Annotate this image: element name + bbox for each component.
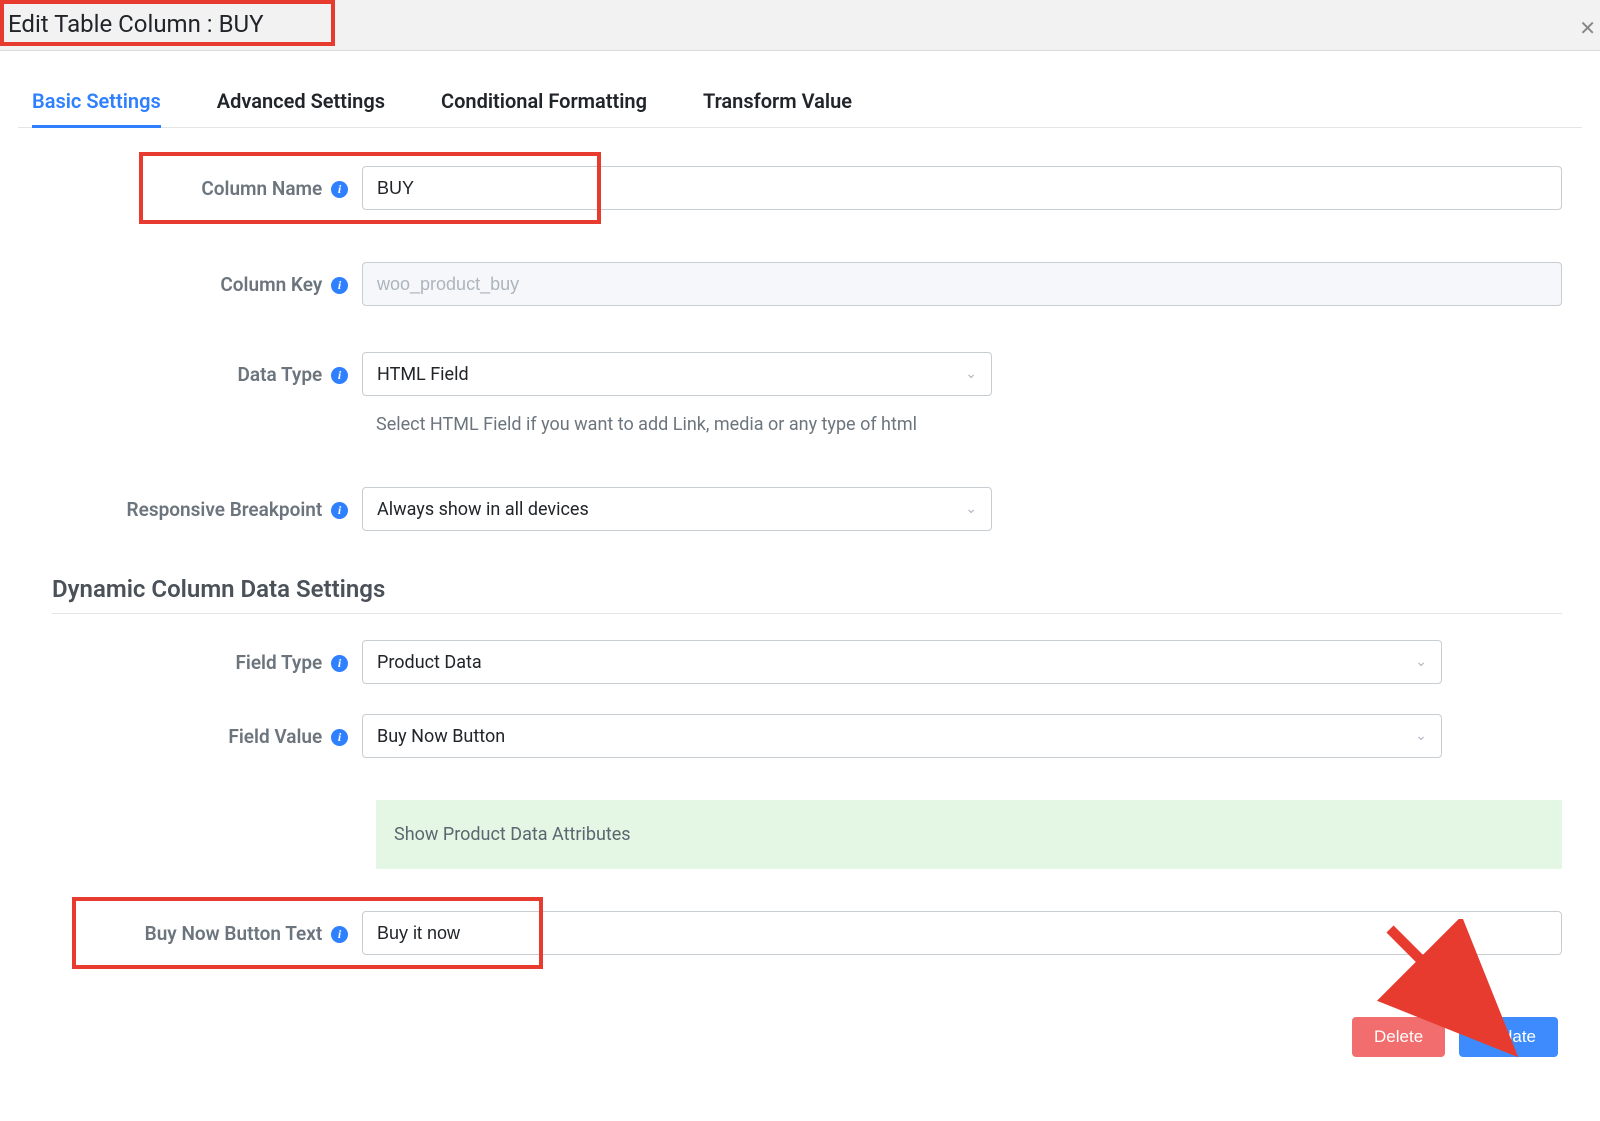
- section-heading-dynamic: Dynamic Column Data Settings: [52, 575, 1562, 614]
- chevron-down-icon: ⌄: [965, 501, 977, 517]
- info-icon[interactable]: i: [331, 502, 348, 519]
- tabs-bar: Basic Settings Advanced Settings Conditi…: [18, 75, 1582, 128]
- modal-footer: Delete Update: [0, 965, 1600, 1071]
- delete-button[interactable]: Delete: [1352, 1017, 1445, 1057]
- responsive-breakpoint-select[interactable]: Always show in all devices ⌄: [362, 487, 992, 531]
- info-icon[interactable]: i: [331, 181, 348, 198]
- chevron-down-icon: ⌄: [1415, 654, 1427, 670]
- chevron-down-icon: ⌄: [965, 366, 977, 382]
- tab-advanced-settings[interactable]: Advanced Settings: [217, 75, 385, 127]
- label-column-name: Column Name i: [38, 177, 362, 200]
- label-field-type: Field Type i: [38, 651, 362, 674]
- info-icon[interactable]: i: [331, 655, 348, 672]
- info-icon[interactable]: i: [331, 367, 348, 384]
- update-button[interactable]: Update: [1459, 1017, 1558, 1057]
- label-field-value: Field Value i: [38, 725, 362, 748]
- column-key-input: [362, 262, 1562, 306]
- data-type-value: HTML Field: [377, 364, 469, 385]
- label-data-type: Data Type i: [38, 363, 362, 386]
- field-value-value: Buy Now Button: [377, 726, 505, 747]
- buy-now-button-text-input[interactable]: [362, 911, 1562, 955]
- data-type-help-text: Select HTML Field if you want to add Lin…: [376, 414, 1562, 435]
- tab-basic-settings[interactable]: Basic Settings: [32, 75, 161, 127]
- chevron-down-icon: ⌄: [1415, 728, 1427, 744]
- field-value-select[interactable]: Buy Now Button ⌄: [362, 714, 1442, 758]
- close-icon[interactable]: ✕: [1579, 18, 1596, 38]
- modal-header: Edit Table Column : BUY ✕: [0, 0, 1600, 51]
- show-product-data-attributes-panel[interactable]: Show Product Data Attributes: [376, 800, 1562, 869]
- field-type-value: Product Data: [377, 652, 482, 673]
- tab-transform-value[interactable]: Transform Value: [703, 75, 852, 127]
- label-column-key: Column Key i: [38, 273, 362, 296]
- label-responsive-breakpoint: Responsive Breakpoint i: [38, 498, 362, 521]
- responsive-breakpoint-value: Always show in all devices: [377, 499, 589, 520]
- data-type-select[interactable]: HTML Field ⌄: [362, 352, 992, 396]
- info-icon[interactable]: i: [331, 926, 348, 943]
- info-icon[interactable]: i: [331, 729, 348, 746]
- info-icon[interactable]: i: [331, 277, 348, 294]
- modal-title: Edit Table Column : BUY: [8, 10, 264, 38]
- label-buy-now-button-text: Buy Now Button Text i: [38, 922, 362, 945]
- column-name-input[interactable]: [362, 166, 1562, 210]
- field-type-select[interactable]: Product Data ⌄: [362, 640, 1442, 684]
- tab-conditional-formatting[interactable]: Conditional Formatting: [441, 75, 647, 127]
